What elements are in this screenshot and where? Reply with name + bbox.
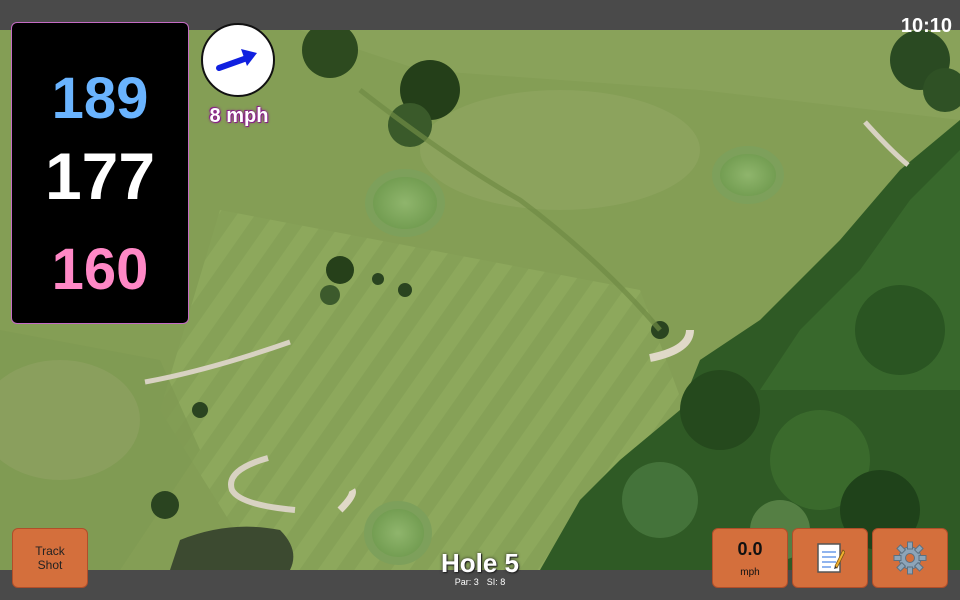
par-label: Par: 3 bbox=[454, 577, 479, 587]
distance-panel: 189 177 160 bbox=[11, 22, 189, 324]
back-of-green-distance: 189 bbox=[51, 66, 149, 131]
clock: 10:10 bbox=[900, 15, 952, 37]
gear-icon bbox=[893, 541, 927, 575]
notes-button[interactable] bbox=[792, 528, 868, 588]
stroke-index-label: SI: 8 bbox=[486, 577, 506, 587]
speed-value: 0.0 bbox=[737, 539, 763, 559]
wind-speed: 8 mph bbox=[209, 105, 269, 127]
notepad-icon bbox=[817, 543, 845, 573]
track-shot-button[interactable]: Track Shot bbox=[12, 528, 88, 588]
track-shot-label-line1: Track bbox=[35, 544, 65, 558]
arrow-icon bbox=[216, 49, 257, 71]
hole-info: Par: 3 SI: 8 bbox=[380, 577, 580, 587]
front-of-green-distance: 160 bbox=[51, 237, 149, 302]
settings-button[interactable] bbox=[872, 528, 948, 588]
speed-unit: mph bbox=[740, 567, 760, 578]
track-shot-label-line2: Shot bbox=[37, 558, 63, 572]
wind-compass bbox=[201, 23, 275, 97]
swing-speed-button[interactable]: 0.0 mph bbox=[712, 528, 788, 588]
middle-of-green-distance: 177 bbox=[44, 139, 156, 213]
hole-title: Hole 5 bbox=[440, 548, 520, 578]
